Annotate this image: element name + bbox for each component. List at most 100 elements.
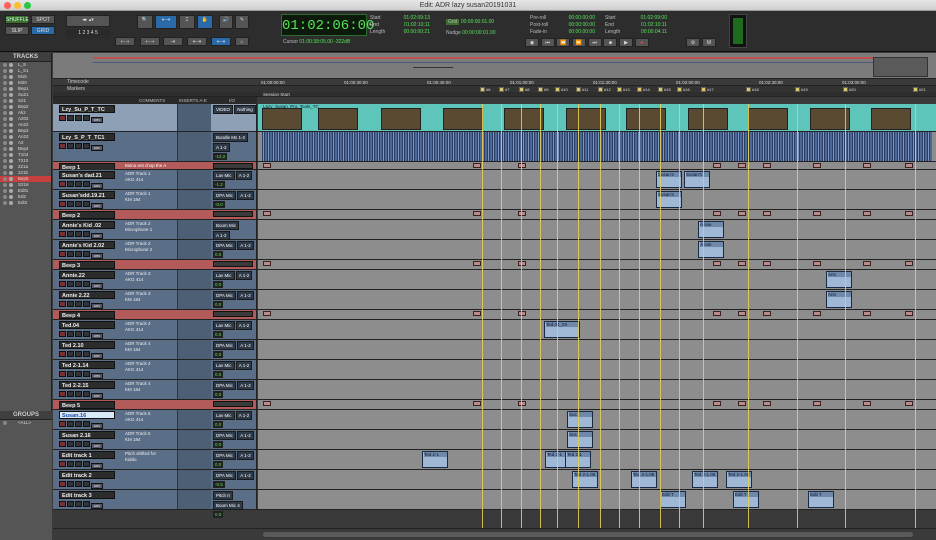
volume-readout[interactable]: 0.0 (213, 441, 224, 448)
record-enable-button[interactable] (59, 481, 66, 487)
track-comment[interactable]: ADR Track 3 AKG 414 (125, 271, 177, 283)
beep-clip[interactable] (518, 163, 526, 168)
grid-value[interactable]: 00:00:00:01.00 (461, 19, 494, 25)
track-lane[interactable] (258, 132, 936, 161)
beep-clip[interactable] (518, 261, 526, 266)
waveform-view-selector[interactable]: wav (91, 117, 103, 123)
input-selector[interactable]: Pitch II (213, 491, 233, 500)
record-enable-button[interactable] (59, 331, 66, 337)
track-name[interactable]: Susan's dad.21 (59, 171, 115, 179)
edit-tool-5[interactable]: ⇤⇥ (211, 37, 231, 46)
output-selector[interactable]: A 1-2 (237, 291, 254, 300)
selector-tool-icon[interactable]: ⌶ (179, 15, 195, 29)
record-enable-button[interactable] (59, 231, 66, 237)
track-comment[interactable]: ADR Track 1 AKG 414 (125, 171, 177, 183)
beep-clip[interactable] (263, 261, 271, 266)
scrollbar-thumb[interactable] (263, 532, 913, 537)
grid-label[interactable]: Grid (446, 19, 460, 25)
transport-start[interactable]: 01:02:09:00 (641, 15, 667, 22)
track-comment[interactable]: ADR Track 3 KM 184 (125, 291, 177, 303)
record-enable-button[interactable] (59, 143, 66, 149)
waveform-view-selector[interactable]: wav (91, 373, 103, 379)
beep-io-selector[interactable] (213, 261, 253, 267)
output-selector[interactable]: A 1-2 (237, 191, 254, 200)
record-icon[interactable]: ● (634, 38, 649, 47)
waveform-view-selector[interactable]: wav (91, 393, 103, 399)
beep-clip[interactable] (473, 311, 481, 316)
record-enable-button[interactable] (59, 421, 66, 427)
record-enable-button[interactable] (59, 301, 66, 307)
beep-clip[interactable] (713, 211, 721, 216)
track-name[interactable]: Annie 2.22 (59, 291, 115, 299)
input-selector[interactable]: DPA Mic (213, 471, 236, 480)
beep-clip[interactable] (813, 261, 821, 266)
rewind-icon[interactable]: ⏪ (556, 38, 571, 47)
group-item-all[interactable]: <ALL> (0, 420, 52, 426)
beep-clip[interactable] (473, 401, 481, 406)
track-comment[interactable]: ADR Track 1 KM 184 (125, 191, 177, 203)
preroll-label[interactable]: Pre-roll (530, 15, 546, 21)
audio-clip[interactable]: Susan's (684, 171, 710, 188)
volume-readout[interactable]: 0.0 (213, 421, 224, 428)
volume-readout[interactable]: 0.0 (213, 461, 224, 468)
track-name[interactable]: Lzy_Su_P_T_TC (59, 105, 115, 113)
audio-clip[interactable]: Ann (826, 271, 852, 288)
beep-clip[interactable] (263, 211, 271, 216)
insert-slots[interactable] (177, 450, 211, 469)
metronome-button[interactable]: M (702, 38, 716, 47)
fast-forward-icon[interactable]: ⏩ (572, 38, 587, 47)
beep-clip[interactable] (473, 261, 481, 266)
insert-slots[interactable] (177, 170, 211, 189)
track-name[interactable]: Edit track 1 (59, 451, 115, 459)
input-monitor-button[interactable] (67, 231, 74, 237)
record-enable-button[interactable] (59, 281, 66, 287)
track-name[interactable]: Ted.04 (59, 321, 115, 329)
input-monitor-button[interactable] (67, 251, 74, 257)
track-lane[interactable]: Ted 2-1.06 Ted 2-1.06 Ted 2-1.06 Ted 2-1.06 (258, 470, 936, 489)
beep-clip[interactable] (713, 401, 721, 406)
solo-button[interactable] (75, 201, 82, 207)
output-selector[interactable]: A 1-2 (235, 321, 253, 330)
track-lane[interactable] (258, 340, 936, 359)
track-name[interactable]: Edit track 2 (59, 471, 115, 479)
insert-slots[interactable] (177, 360, 211, 379)
track-comment[interactable]: ADR Track 2 Microphone 1 (125, 221, 177, 233)
input-selector[interactable]: Lav Mic (213, 321, 235, 330)
audio-clip[interactable]: Ted.04_03 (544, 321, 580, 338)
waveform-view-selector[interactable]: wav (91, 183, 103, 189)
insert-slots[interactable] (177, 240, 211, 259)
beep-clip[interactable] (518, 401, 526, 406)
track-name[interactable]: Beep 4 (59, 311, 115, 319)
insert-slots[interactable] (177, 290, 211, 309)
waveform-view-selector[interactable]: wav (91, 145, 103, 151)
input-monitor-button[interactable] (67, 201, 74, 207)
mute-button[interactable] (83, 351, 90, 357)
volume-readout[interactable]: 0.0 (213, 281, 224, 288)
waveform-view-selector[interactable]: wav (91, 333, 103, 339)
output-selector[interactable]: A 1-2 (235, 361, 253, 370)
waveform-view-selector[interactable]: wav (91, 353, 103, 359)
audio-clip[interactable]: Annie (698, 241, 724, 258)
beep-clip[interactable] (863, 163, 871, 168)
track-lane[interactable]: Susan's Susan's (258, 170, 936, 189)
solo-button[interactable] (75, 143, 82, 149)
beep-clip[interactable] (863, 211, 871, 216)
grabber-tool-icon[interactable]: ✋ (197, 15, 213, 29)
postroll-value[interactable]: 00:00:00:00 (569, 22, 595, 29)
solo-button[interactable] (75, 181, 82, 187)
beep-clip[interactable] (863, 311, 871, 316)
nudge-value[interactable]: 00:00:00:01.00 (462, 30, 495, 36)
input-monitor-button[interactable] (67, 371, 74, 377)
volume-readout[interactable]: -13.2 (213, 153, 228, 160)
spot-mode-button[interactable]: SPOT (31, 15, 55, 24)
postroll-label[interactable]: Post-roll (530, 22, 548, 28)
insert-slots[interactable] (177, 320, 211, 339)
audio-clip[interactable]: Edit T (808, 491, 834, 508)
length-value[interactable]: 00:00:00:21 (404, 29, 430, 36)
beep-clip[interactable] (763, 261, 771, 266)
beep-clip[interactable] (473, 163, 481, 168)
output-selector[interactable]: A 1-2 (235, 271, 253, 280)
beep-clip[interactable] (713, 163, 721, 168)
input-selector[interactable]: Bundle Ms 1-2 (213, 133, 249, 142)
audio-clip[interactable]: Sus (567, 411, 593, 428)
